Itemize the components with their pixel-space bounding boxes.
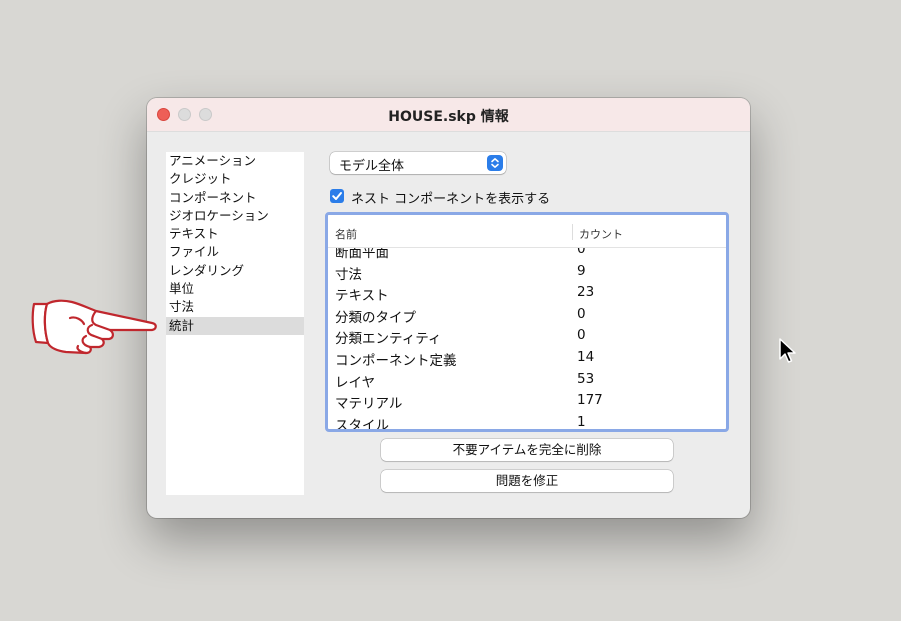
table-row[interactable]: 寸法 9 xyxy=(328,260,726,283)
sidebar-item-dimensions[interactable]: 寸法 xyxy=(166,298,304,316)
table-row[interactable]: テキスト 23 xyxy=(328,281,726,305)
row-name: 寸法 xyxy=(335,266,362,283)
table-row[interactable]: 断面平面 0 xyxy=(328,248,726,261)
sidebar: アニメーション クレジット コンポーネント ジオロケーション テキスト ファイル… xyxy=(166,152,304,495)
row-name: マテリアル xyxy=(335,396,403,413)
row-count: 0 xyxy=(577,248,586,257)
row-name: レイヤ xyxy=(335,374,376,391)
scope-dropdown-value: モデル全体 xyxy=(339,159,405,174)
row-count: 14 xyxy=(577,348,595,365)
row-name: テキスト xyxy=(335,288,389,305)
model-info-window: HOUSE.skp 情報 アニメーション クレジット コンポーネント ジオロケー… xyxy=(147,98,750,518)
table-row[interactable]: 分類エンティティ 0 xyxy=(328,324,726,348)
sidebar-item-components[interactable]: コンポーネント xyxy=(166,189,304,207)
window-title: HOUSE.skp 情報 xyxy=(388,109,509,125)
row-name: 分類エンティティ xyxy=(335,331,442,348)
pointing-hand-icon xyxy=(30,296,160,360)
column-header-count[interactable]: カウント xyxy=(579,226,623,242)
column-divider xyxy=(572,224,573,240)
column-header-name[interactable]: 名前 xyxy=(335,226,357,242)
fix-problems-button[interactable]: 問題を修正 xyxy=(381,470,673,492)
sidebar-item-geolocation[interactable]: ジオロケーション xyxy=(166,207,304,225)
checkmark-icon xyxy=(332,192,342,200)
row-name: コンポーネント定義 xyxy=(335,352,457,369)
table-row[interactable]: マテリアル 177 xyxy=(328,389,726,413)
nested-components-checkbox[interactable] xyxy=(330,189,344,203)
mouse-cursor-icon xyxy=(778,337,798,369)
row-name: スタイル xyxy=(335,417,389,429)
table-row[interactable]: 分類のタイプ 0 xyxy=(328,303,726,326)
row-count: 1 xyxy=(577,413,586,429)
purge-unused-button[interactable]: 不要アイテムを完全に削除 xyxy=(381,439,673,461)
table-header: 名前 カウント xyxy=(328,215,726,248)
sidebar-item-statistics[interactable]: 統計 xyxy=(166,316,304,335)
table-row[interactable]: コンポーネント定義 14 xyxy=(328,346,726,369)
table-body[interactable]: 断面平面 0 寸法 9 テキスト 23 分類のタイプ 0 分類エンティティ 0 … xyxy=(328,248,726,429)
row-name: 分類のタイプ xyxy=(335,309,416,326)
row-count: 0 xyxy=(577,327,586,344)
sidebar-item-animation[interactable]: アニメーション xyxy=(166,152,304,170)
row-count: 53 xyxy=(577,370,595,387)
sidebar-item-units[interactable]: 単位 xyxy=(166,280,304,298)
table-row[interactable]: レイヤ 53 xyxy=(328,368,726,391)
row-count: 0 xyxy=(577,305,586,322)
row-count: 177 xyxy=(577,392,603,409)
chevron-updown-icon xyxy=(487,155,503,171)
nested-components-label[interactable]: ネスト コンポーネントを表示する xyxy=(351,188,550,207)
sidebar-item-credits[interactable]: クレジット xyxy=(166,170,304,188)
statistics-table[interactable]: 名前 カウント 断面平面 0 寸法 9 テキスト 23 分類のタイプ 0 分類エ… xyxy=(325,212,729,432)
row-count: 23 xyxy=(577,284,595,301)
sidebar-item-rendering[interactable]: レンダリング xyxy=(166,262,304,280)
table-row[interactable]: スタイル 1 xyxy=(328,411,726,429)
sidebar-item-text[interactable]: テキスト xyxy=(166,225,304,243)
title-bar[interactable]: HOUSE.skp 情報 xyxy=(147,98,750,132)
scope-dropdown[interactable]: モデル全体 xyxy=(330,152,506,174)
sidebar-item-file[interactable]: ファイル xyxy=(166,243,304,261)
row-count: 9 xyxy=(577,262,586,279)
